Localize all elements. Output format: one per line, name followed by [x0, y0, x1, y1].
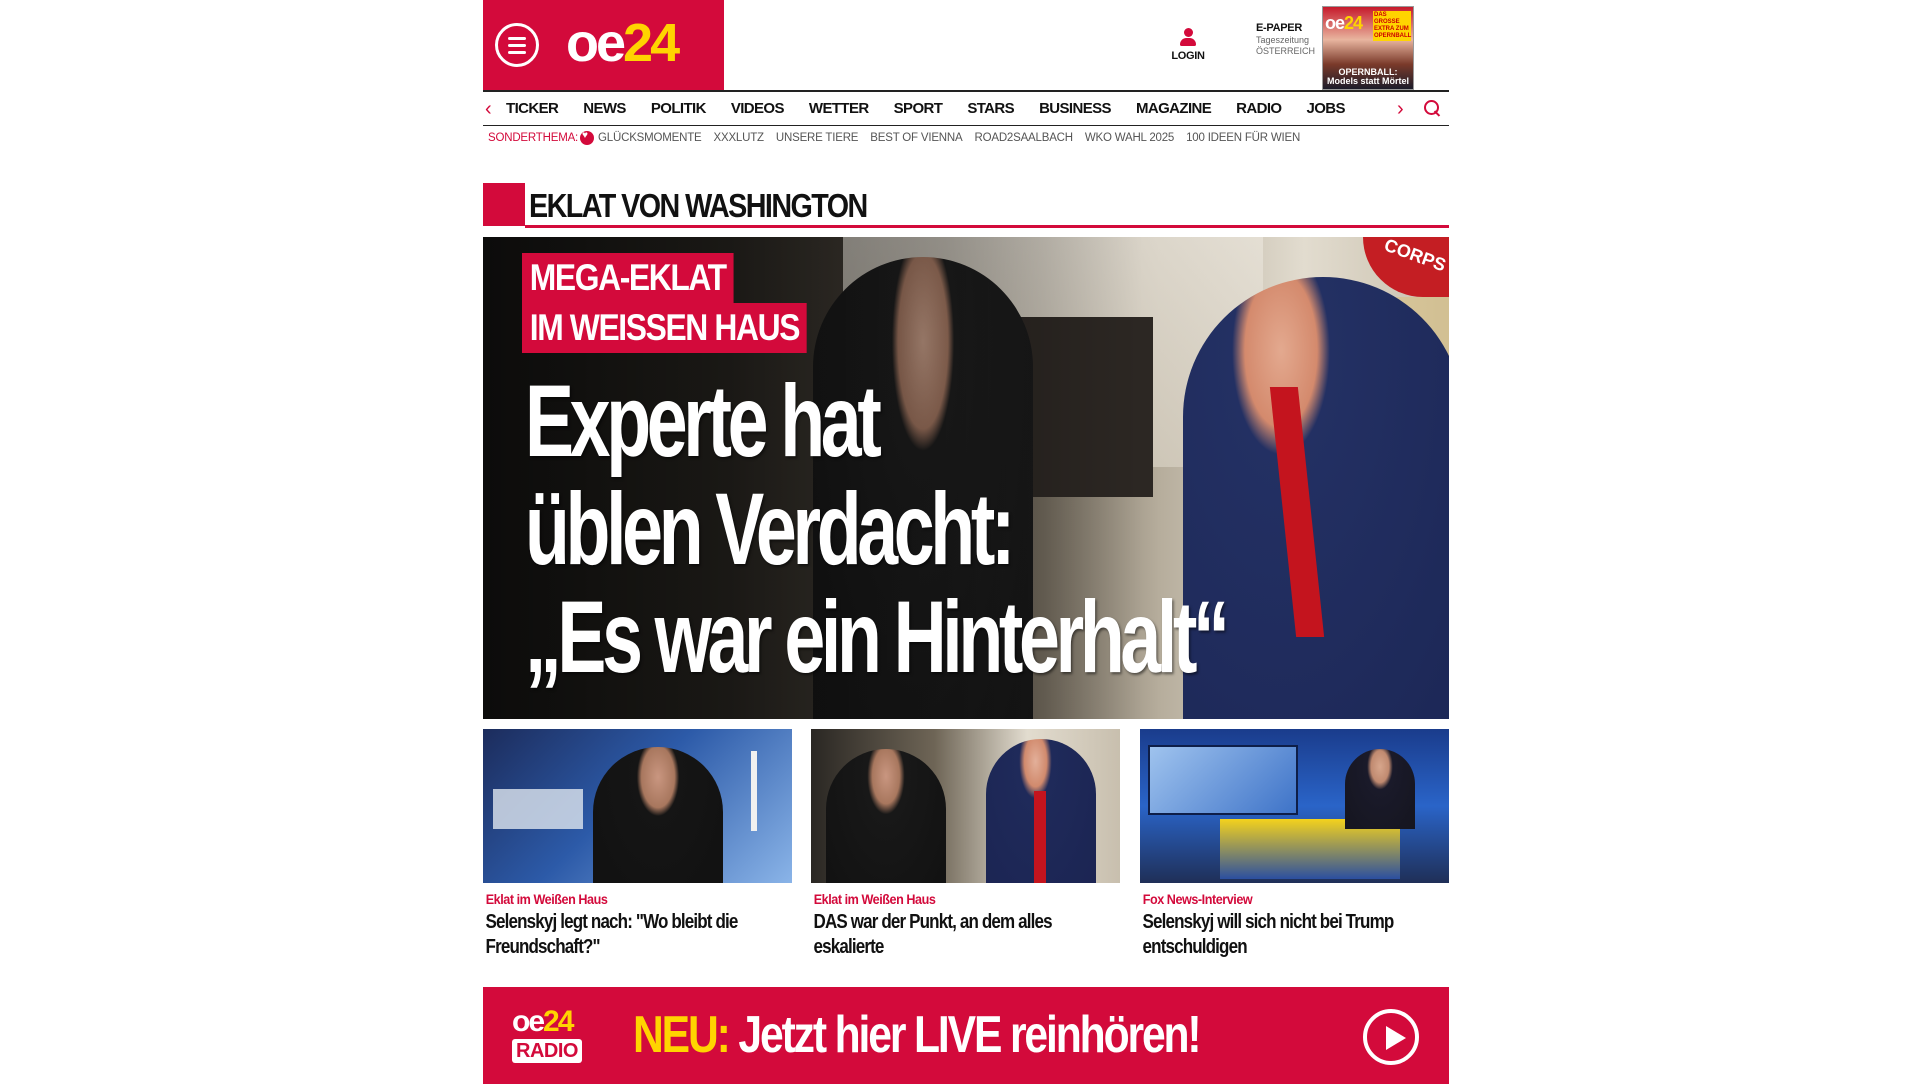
- radio-logo: oe24 RADIO: [512, 1007, 604, 1063]
- main-nav: ‹ TICKER NEWS POLITIK VIDEOS WETTER SPOR…: [483, 90, 1449, 126]
- nav-item[interactable]: TICKER: [506, 100, 559, 117]
- hero-headline-line2: üblen Verdacht:: [525, 472, 1015, 586]
- special-topic-link[interactable]: XXXLUTZ: [714, 132, 765, 144]
- radio-banner-text: NEU: Jetzt hier LIVE reinhören!: [633, 1005, 1202, 1065]
- special-topic-link[interactable]: WKO WAHL 2025: [1085, 132, 1174, 144]
- nav-item[interactable]: SPORT: [894, 100, 943, 117]
- teaser-title[interactable]: Selenskyj will sich nicht bei Trump ents…: [1140, 910, 1446, 960]
- login-button[interactable]: LOGIN: [1163, 28, 1213, 62]
- radio-logo-mark: oe24: [512, 1007, 604, 1037]
- hero-headline-line1: Experte hat: [525, 364, 882, 478]
- menu-icon[interactable]: [495, 23, 539, 67]
- nav-item[interactable]: VIDEOS: [731, 100, 785, 117]
- nav-item[interactable]: BUSINESS: [1039, 100, 1111, 117]
- teaser-image: [1140, 729, 1449, 883]
- radio-logo-oe: oe: [512, 1005, 545, 1038]
- section-title[interactable]: EKLAT VON WASHINGTON: [529, 187, 868, 225]
- special-topic-link[interactable]: ROAD2SAALBACH: [975, 132, 1074, 144]
- teaser-photo-building: [493, 789, 583, 829]
- nav-item[interactable]: POLITIK: [651, 100, 707, 117]
- site-logo[interactable]: oe24: [566, 12, 680, 74]
- teaser-photo-tie: [1034, 791, 1046, 883]
- teaser-image: [483, 729, 792, 883]
- page: oe24 LOGIN E-PAPER Tageszeitung ÖSTERREI…: [483, 0, 1449, 1084]
- logo-oe: oe: [566, 13, 626, 73]
- teaser-card[interactable]: Fox News-Interview Selenskyj will sich n…: [1140, 729, 1449, 960]
- teaser-photo-person-left: [826, 749, 946, 883]
- heart-icon: [580, 130, 595, 145]
- section-marker: [483, 183, 525, 226]
- section-underline: [525, 225, 1449, 228]
- logo-24: 24: [623, 13, 680, 73]
- special-topic-link[interactable]: GLÜCKSMOMENTE: [598, 132, 702, 144]
- teaser-card[interactable]: Eklat im Weißen Haus Selenskyj legt nach…: [483, 729, 792, 960]
- special-topic-link[interactable]: BEST OF VIENNA: [870, 132, 962, 144]
- hero-kicker-line1: MEGA-EKLAT: [522, 253, 734, 303]
- teaser-category: Eklat im Weißen Haus: [485, 891, 608, 907]
- teaser-card[interactable]: Eklat im Weißen Haus DAS war der Punkt, …: [811, 729, 1120, 960]
- teaser-category: Fox News-Interview: [1142, 891, 1253, 907]
- epaper-title: E-PAPER: [1256, 22, 1302, 34]
- nav-item[interactable]: WETTER: [809, 100, 869, 117]
- nav-item[interactable]: STARS: [967, 100, 1014, 117]
- radio-logo-label: RADIO: [512, 1039, 582, 1063]
- teaser-title[interactable]: Selenskyj legt nach: "Wo bleibt die Freu…: [483, 910, 789, 960]
- hero-article[interactable]: CORPS MEGA-EKLAT IM WEISSEN HAUS Experte…: [483, 237, 1449, 719]
- nav-item[interactable]: MAGAZINE: [1136, 100, 1212, 117]
- special-topics-bar: SONDERTHEMA: GLÜCKSMOMENTE XXXLUTZ UNSER…: [488, 130, 1312, 146]
- cover-logo-oe: oe: [1325, 13, 1345, 33]
- cover-logo: oe24: [1325, 13, 1363, 34]
- special-topic-link[interactable]: 100 IDEEN FÜR WIEN: [1186, 132, 1300, 144]
- chevron-left-icon[interactable]: ‹: [485, 98, 492, 121]
- login-label: LOGIN: [1171, 50, 1205, 62]
- play-icon[interactable]: [1363, 1009, 1419, 1065]
- cover-badge: DAS GROSSE EXTRA ZUM OPERNBALL: [1373, 11, 1412, 41]
- special-topics-label: SONDERTHEMA:: [488, 132, 579, 144]
- hero-kicker-line2: IM WEISSEN HAUS: [522, 303, 807, 353]
- chevron-right-icon[interactable]: ›: [1397, 98, 1404, 121]
- cover-headline: OPERNBALL: Models statt Mörtel: [1326, 67, 1409, 86]
- teaser-photo-monument: [751, 751, 757, 831]
- user-icon: [1179, 28, 1197, 48]
- teaser-photo-host: [1345, 749, 1415, 829]
- epaper-link[interactable]: E-PAPER Tageszeitung ÖSTERREICH: [1256, 22, 1331, 57]
- radio-banner[interactable]: oe24 RADIO NEU: Jetzt hier LIVE reinhöre…: [483, 987, 1449, 1084]
- nav-item[interactable]: JOBS: [1307, 100, 1346, 117]
- teaser-image: [811, 729, 1120, 883]
- hero-headline-line3: „Es war ein Hinterhalt“: [525, 580, 1230, 694]
- teaser-title[interactable]: DAS war der Punkt, an dem alles eskalier…: [811, 910, 1117, 960]
- radio-new-label: NEU:: [633, 1006, 731, 1064]
- special-topic-link[interactable]: UNSERE TIERE: [776, 132, 859, 144]
- logo-box: oe24: [483, 0, 724, 90]
- cover-logo-24: 24: [1344, 13, 1363, 33]
- teaser-category: Eklat im Weißen Haus: [813, 891, 936, 907]
- hero-headline: Experte hat üblen Verdacht: „Es war ein …: [525, 364, 1230, 694]
- nav-list: TICKER NEWS POLITIK VIDEOS WETTER SPORT …: [506, 92, 1370, 125]
- nav-item[interactable]: RADIO: [1236, 100, 1282, 117]
- teaser-photo-screen: [1148, 745, 1298, 815]
- epaper-paper-name: ÖSTERREICH: [1256, 46, 1316, 56]
- epaper-subtitle: Tageszeitung: [1256, 35, 1310, 45]
- epaper-cover-thumbnail[interactable]: oe24 DAS GROSSE EXTRA ZUM OPERNBALL OPER…: [1322, 6, 1414, 90]
- teaser-row: Eklat im Weißen Haus Selenskyj legt nach…: [483, 729, 1449, 959]
- nav-item[interactable]: NEWS: [583, 100, 626, 117]
- teaser-photo-person: [593, 747, 723, 883]
- section-header: EKLAT VON WASHINGTON: [483, 183, 1449, 229]
- search-icon[interactable]: [1423, 99, 1443, 119]
- site-header: oe24 LOGIN E-PAPER Tageszeitung ÖSTERREI…: [483, 0, 1449, 90]
- radio-logo-24: 24: [543, 1005, 574, 1038]
- radio-cta-text: Jetzt hier LIVE reinhören!: [728, 1006, 1201, 1064]
